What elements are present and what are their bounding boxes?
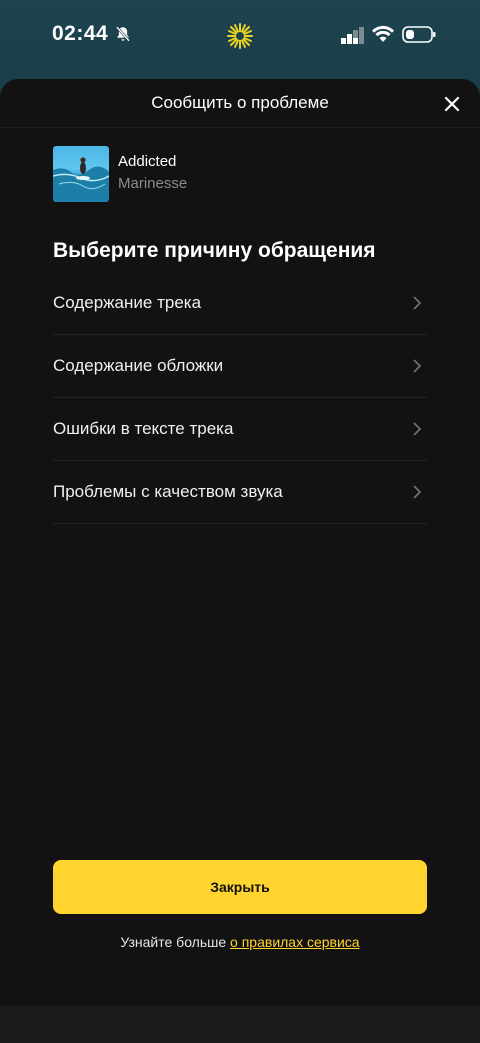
battery-icon bbox=[402, 26, 436, 43]
track-artist: Marinesse bbox=[118, 175, 188, 192]
yandex-music-logo bbox=[227, 23, 253, 49]
rules-footer: Узнайте больше о правилах сервиса bbox=[0, 934, 480, 950]
sheet-header: Сообщить о проблеме bbox=[0, 79, 480, 128]
reason-heading: Выберите причину обращения bbox=[53, 239, 376, 262]
reason-item-cover-content[interactable]: Содержание обложки bbox=[53, 335, 427, 398]
reason-label: Проблемы с качеством звука bbox=[53, 482, 283, 501]
navigation-bar-area bbox=[0, 1006, 480, 1043]
reason-item-sound-quality[interactable]: Проблемы с качеством звука bbox=[53, 461, 427, 524]
reason-label: Содержание обложки bbox=[53, 356, 224, 375]
status-time: 02:44 bbox=[52, 22, 109, 45]
footer-text: Узнайте больше bbox=[120, 934, 231, 950]
close-icon[interactable] bbox=[440, 92, 464, 116]
reason-item-lyrics-errors[interactable]: Ошибки в тексте трека bbox=[53, 398, 427, 461]
reason-list: Содержание трека Содержание обложки Ошиб… bbox=[53, 272, 427, 524]
report-problem-sheet: Сообщить о проблеме Addicted Marinesse В… bbox=[0, 79, 480, 1006]
chevron-right-icon bbox=[413, 422, 422, 436]
wifi-icon bbox=[372, 25, 394, 42]
reason-label: Содержание трека bbox=[53, 293, 202, 312]
close-button[interactable]: Закрыть bbox=[53, 860, 427, 914]
chevron-right-icon bbox=[413, 359, 422, 373]
reason-label: Ошибки в тексте трека bbox=[53, 419, 234, 438]
album-cover-art bbox=[53, 157, 109, 202]
track-title: Addicted bbox=[118, 153, 177, 170]
chevron-right-icon bbox=[413, 485, 422, 499]
service-rules-link[interactable]: о правилах сервиса bbox=[230, 934, 360, 950]
track-info: Addicted Marinesse bbox=[53, 146, 433, 202]
reason-item-track-content[interactable]: Содержание трека bbox=[53, 272, 427, 335]
album-cover bbox=[53, 146, 109, 202]
sheet-title: Сообщить о проблеме bbox=[151, 93, 329, 112]
chevron-right-icon bbox=[413, 296, 422, 310]
bell-muted-icon bbox=[116, 26, 130, 42]
signal-icon bbox=[341, 27, 364, 44]
